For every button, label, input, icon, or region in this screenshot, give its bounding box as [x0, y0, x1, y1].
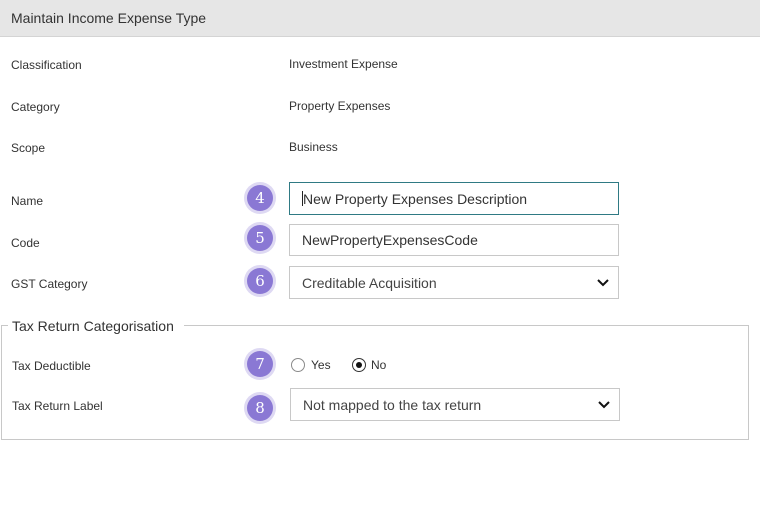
chevron-down-icon: [598, 400, 610, 408]
scope-value: Business: [289, 140, 338, 154]
tax-return-legend: Tax Return Categorisation: [8, 318, 184, 334]
category-value: Property Expenses: [289, 99, 391, 113]
code-label: Code: [11, 236, 40, 250]
chevron-down-icon: [597, 278, 609, 286]
name-input[interactable]: New Property Expenses Description: [289, 182, 619, 215]
code-input[interactable]: NewPropertyExpensesCode: [289, 224, 619, 256]
step-badge-7: 7: [247, 351, 273, 377]
tax-return-fieldset: [1, 325, 749, 440]
tax-deductible-yes-radio[interactable]: [291, 358, 305, 372]
scope-label: Scope: [11, 141, 46, 155]
tax-return-label-label: Tax Return Label: [12, 399, 103, 413]
tax-deductible-yes-label[interactable]: Yes: [311, 358, 331, 372]
tax-deductible-no-label[interactable]: No: [371, 358, 386, 372]
code-input-value: NewPropertyExpensesCode: [302, 232, 478, 248]
gst-category-select[interactable]: Creditable Acquisition: [289, 266, 619, 299]
step-badge-5: 5: [247, 225, 273, 251]
page-header: Maintain Income Expense Type: [0, 0, 760, 37]
gst-category-label: GST Category: [11, 277, 88, 291]
category-label: Category: [11, 100, 60, 114]
tax-deductible-label: Tax Deductible: [12, 359, 91, 373]
gst-category-selected: Creditable Acquisition: [302, 274, 437, 291]
tax-return-label-selected: Not mapped to the tax return: [303, 396, 482, 413]
classification-label: Classification: [11, 58, 82, 72]
page-title: Maintain Income Expense Type: [11, 10, 207, 26]
classification-value: Investment Expense: [289, 57, 398, 71]
tax-return-label-select[interactable]: Not mapped to the tax return: [290, 388, 620, 421]
tax-deductible-no-radio[interactable]: [352, 358, 366, 372]
name-input-value: New Property Expenses Description: [303, 190, 528, 207]
name-label: Name: [11, 194, 44, 208]
step-badge-4: 4: [247, 185, 273, 211]
step-badge-8: 8: [247, 395, 273, 421]
step-badge-6: 6: [247, 268, 273, 294]
